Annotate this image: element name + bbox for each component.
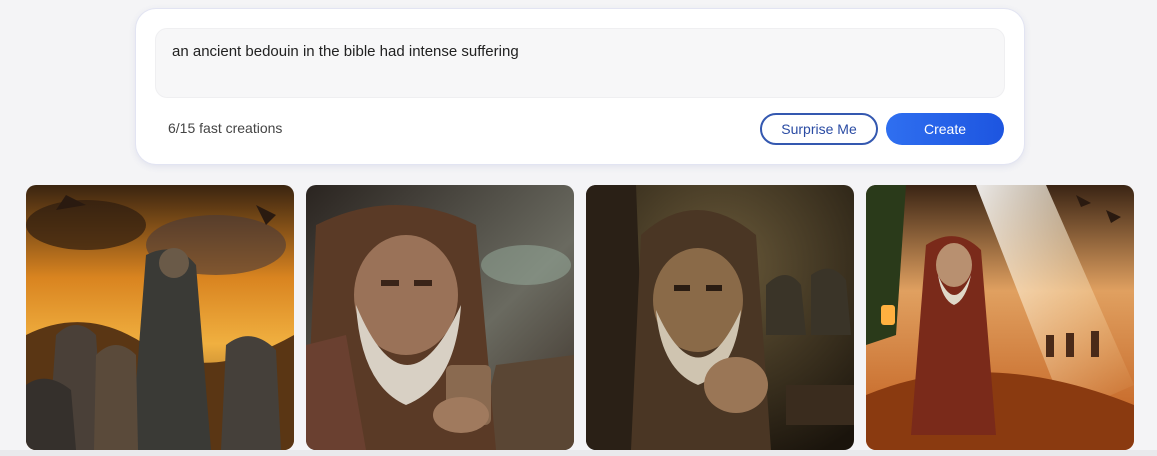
generated-image-3-art — [586, 185, 854, 450]
prompt-input[interactable]: an ancient bedouin in the bible had inte… — [155, 28, 1005, 98]
generated-image-1[interactable] — [26, 185, 294, 450]
generated-image-2[interactable] — [306, 185, 574, 450]
fast-creations-counter: 6/15 fast creations — [168, 120, 283, 136]
image-gallery — [26, 185, 1134, 456]
create-button[interactable]: Create — [886, 113, 1004, 145]
image-creator-page: an ancient bedouin in the bible had inte… — [0, 0, 1157, 456]
generated-image-1-art — [26, 185, 294, 450]
bottom-scroll-strip — [0, 450, 1157, 456]
prompt-card: an ancient bedouin in the bible had inte… — [136, 9, 1024, 164]
generated-image-3[interactable] — [586, 185, 854, 450]
prompt-text: an ancient bedouin in the bible had inte… — [172, 43, 519, 60]
surprise-me-button[interactable]: Surprise Me — [760, 113, 878, 145]
generated-image-4[interactable] — [866, 185, 1134, 450]
generated-image-2-art — [306, 185, 574, 450]
generated-image-4-art — [866, 185, 1134, 450]
